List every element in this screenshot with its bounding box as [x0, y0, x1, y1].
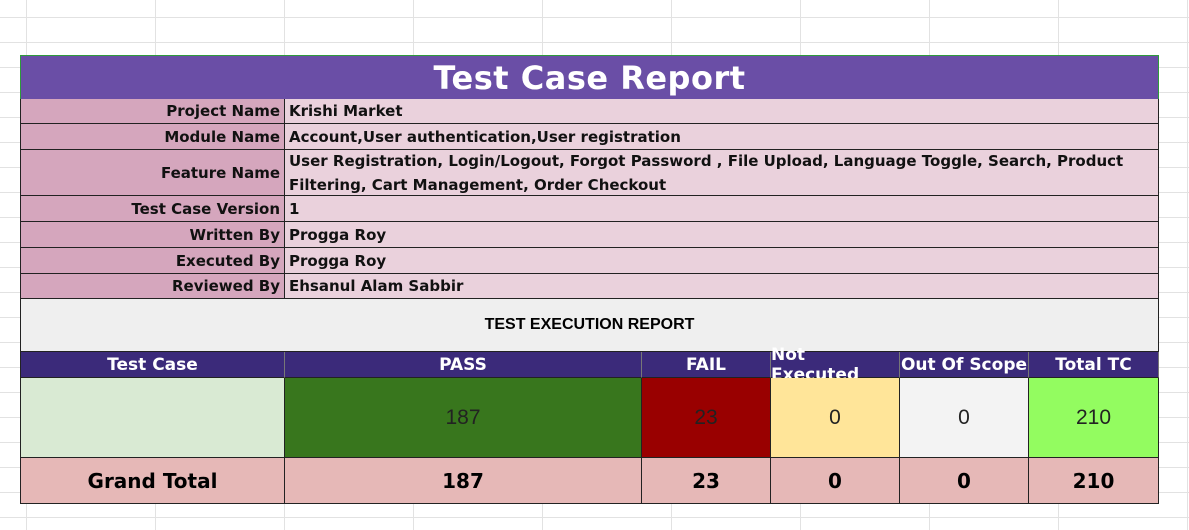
test-case-version-label[interactable]: Test Case Version	[20, 196, 285, 222]
written-by-value[interactable]: Progga Roy	[285, 222, 1159, 248]
grand-total-label[interactable]: Grand Total	[20, 458, 285, 504]
grand-total-pass[interactable]: 187	[285, 458, 642, 504]
feature-name-value[interactable]: User Registration, Login/Logout, Forgot …	[285, 150, 1159, 196]
reviewed-by-value[interactable]: Ehsanul Alam Sabbir	[285, 274, 1159, 299]
grand-total-row: Grand Total 187 23 0 0 210	[20, 458, 1159, 504]
info-row-written-by: Written By Progga Roy	[20, 222, 1159, 248]
grand-total-out-of-scope[interactable]: 0	[900, 458, 1029, 504]
total-tc-value-cell[interactable]: 210	[1029, 378, 1159, 458]
project-name-label[interactable]: Project Name	[20, 99, 285, 124]
out-of-scope-value-cell[interactable]: 0	[900, 378, 1029, 458]
info-row-test-case-version: Test Case Version 1	[20, 196, 1159, 222]
test-case-value-cell[interactable]	[20, 378, 285, 458]
table-values-row: 187 23 0 0 210	[20, 378, 1159, 458]
executed-by-label[interactable]: Executed By	[20, 248, 285, 274]
module-name-label[interactable]: Module Name	[20, 124, 285, 150]
test-case-version-value[interactable]: 1	[285, 196, 1159, 222]
not-executed-value-cell[interactable]: 0	[771, 378, 900, 458]
executed-by-value[interactable]: Progga Roy	[285, 248, 1159, 274]
info-row-module-name: Module Name Account,User authentication,…	[20, 124, 1159, 150]
col-header-fail[interactable]: FAIL	[642, 352, 771, 378]
feature-name-label[interactable]: Feature Name	[20, 150, 285, 196]
grand-total-not-executed[interactable]: 0	[771, 458, 900, 504]
info-row-project-name: Project Name Krishi Market	[20, 99, 1159, 124]
col-header-out-of-scope[interactable]: Out Of Scope	[900, 352, 1029, 378]
col-header-test-case[interactable]: Test Case	[20, 352, 285, 378]
table-header-row: Test Case PASS FAIL Not Executed Out Of …	[20, 345, 1159, 385]
module-name-value[interactable]: Account,User authentication,User registr…	[285, 124, 1159, 150]
test-execution-report-heading[interactable]: TEST EXECUTION REPORT	[20, 299, 1159, 352]
project-name-value[interactable]: Krishi Market	[285, 99, 1159, 124]
col-header-not-executed[interactable]: Not Executed	[771, 345, 900, 385]
info-row-reviewed-by: Reviewed By Ehsanul Alam Sabbir	[20, 274, 1159, 299]
fail-value-cell[interactable]: 23	[642, 378, 771, 458]
report-title[interactable]: Test Case Report	[20, 55, 1159, 100]
col-header-total-tc[interactable]: Total TC	[1029, 352, 1159, 378]
pass-value-cell[interactable]: 187	[285, 378, 642, 458]
reviewed-by-label[interactable]: Reviewed By	[20, 274, 285, 299]
grand-total-fail[interactable]: 23	[642, 458, 771, 504]
grand-total-total-tc[interactable]: 210	[1029, 458, 1159, 504]
written-by-label[interactable]: Written By	[20, 222, 285, 248]
info-row-feature-name: Feature Name User Registration, Login/Lo…	[20, 150, 1159, 196]
info-row-executed-by: Executed By Progga Roy	[20, 248, 1159, 274]
col-header-pass[interactable]: PASS	[285, 352, 642, 378]
